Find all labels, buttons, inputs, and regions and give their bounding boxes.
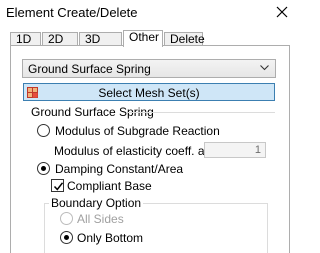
- modulus-subgrade-label: Modulus of Subgrade Reaction: [55, 124, 220, 138]
- tab-other[interactable]: Other: [123, 30, 163, 47]
- title-bar: Element Create/Delete: [0, 0, 300, 24]
- compliant-base-label: Compliant Base: [67, 179, 152, 193]
- checkmark-icon: [53, 182, 64, 191]
- tab-bar: 1D 2D 3D Other Delete: [10, 30, 290, 47]
- all-sides-label: All Sides: [77, 212, 124, 226]
- tab-2d[interactable]: 2D: [42, 32, 78, 46]
- chevron-down-icon: [260, 65, 269, 71]
- element-type-select[interactable]: Ground Surface Spring: [22, 59, 276, 78]
- select-mesh-set-button[interactable]: Select Mesh Set(s): [23, 83, 275, 101]
- tab-1d[interactable]: 1D: [10, 32, 41, 46]
- boundary-option-group: [44, 203, 268, 253]
- close-icon: [276, 6, 288, 18]
- all-sides-radio[interactable]: [60, 212, 73, 225]
- select-mesh-set-label: Select Mesh Set(s): [98, 86, 200, 100]
- close-button[interactable]: [272, 2, 292, 22]
- boundary-option-label: Boundary Option: [49, 196, 144, 210]
- only-bottom-label: Only Bottom: [77, 231, 144, 245]
- tab-delete[interactable]: Delete: [164, 32, 205, 46]
- elasticity-coeff-input[interactable]: [204, 142, 266, 158]
- damping-constant-label: Damping Constant/Area: [55, 162, 184, 176]
- elasticity-coeff-label: Modulus of elasticity coeff. a: [54, 144, 205, 158]
- only-bottom-radio[interactable]: [60, 231, 73, 244]
- modulus-subgrade-radio[interactable]: [37, 124, 50, 137]
- group-divider: [128, 112, 275, 113]
- compliant-base-checkbox[interactable]: [51, 179, 64, 192]
- window-title: Element Create/Delete: [6, 5, 138, 20]
- element-type-value: Ground Surface Spring: [28, 62, 151, 76]
- tab-3d[interactable]: 3D: [79, 32, 122, 46]
- damping-constant-radio[interactable]: [37, 162, 50, 175]
